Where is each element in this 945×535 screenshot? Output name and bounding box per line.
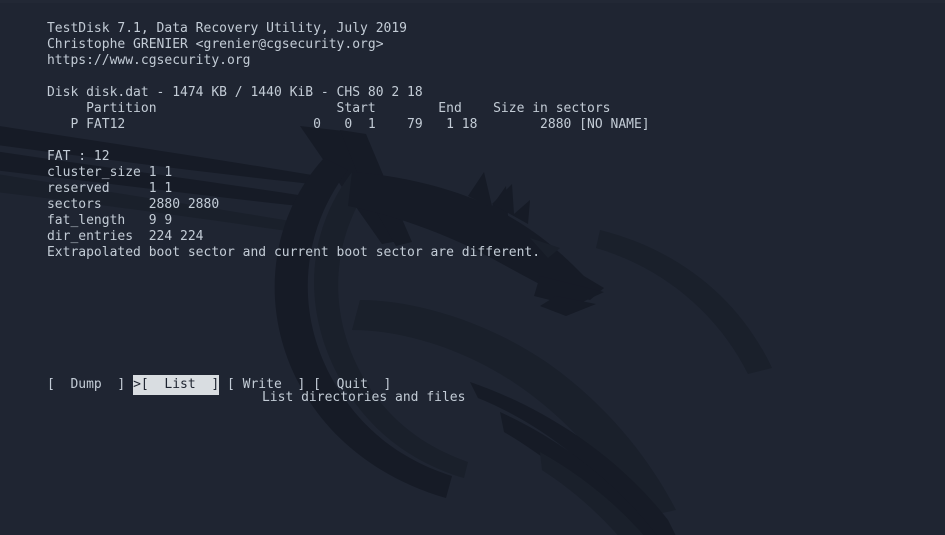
app-url-line: https://www.cgsecurity.org — [0, 37, 251, 68]
fat-dir-entries-line: dir_entries 224 224 — [0, 213, 204, 244]
menu-item-dump[interactable]: [ Dump ] — [47, 375, 125, 395]
app-title-line: TestDisk 7.1, Data Recovery Utility, Jul… — [0, 5, 407, 36]
table-row: P FAT12 0 0 1 79 1 18 2880 [NO NAME] — [0, 101, 649, 132]
menu-gap-1 — [125, 377, 133, 392]
boot-sector-warning-line: Extrapolated boot sector and current boo… — [0, 229, 540, 260]
terminal-screen: TestDisk 7.1, Data Recovery Utility, Jul… — [0, 0, 945, 535]
partition-row-text: P FAT12 0 0 1 79 1 18 2880 [NO NAME] — [46, 117, 650, 132]
menu-item-list[interactable]: >[ List ] — [133, 375, 220, 395]
menu-hint-text: List directories and files — [261, 390, 466, 405]
app-url-text: https://www.cgsecurity.org — [46, 53, 251, 68]
fat-type-line: FAT : 12 — [0, 133, 110, 164]
action-menu: [ Dump ] >[ List ] [ Write ] [ Quit ] — [0, 355, 391, 395]
disk-summary-line: Disk disk.dat - 1474 KB / 1440 KiB - CHS… — [0, 69, 423, 100]
testdisk-text-layer: TestDisk 7.1, Data Recovery Utility, Jul… — [0, 3, 945, 535]
fat-cluster-size-line: cluster_size 1 1 — [0, 149, 172, 180]
boot-sector-warning-text: Extrapolated boot sector and current boo… — [46, 245, 541, 260]
fat-sectors-line: sectors 2880 2880 — [0, 181, 219, 212]
partition-table-header: Partition Start End Size in sectors — [0, 85, 610, 116]
menu-hint: List directories and files — [215, 374, 466, 405]
fat-reserved-line: reserved 1 1 — [0, 165, 172, 196]
fat-length-line: fat_length 9 9 — [0, 197, 172, 228]
app-author-line: Christophe GRENIER <grenier@cgsecurity.o… — [0, 21, 384, 52]
